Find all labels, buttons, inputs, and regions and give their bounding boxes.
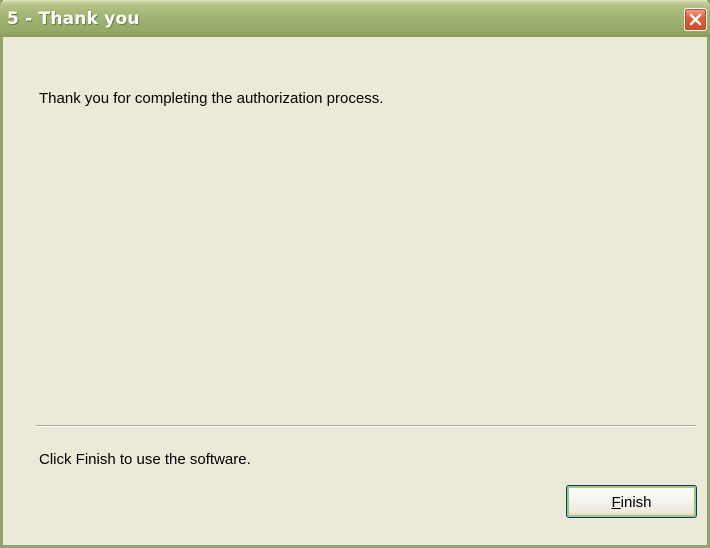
- window-title: 5 - Thank you: [7, 9, 140, 29]
- finish-button[interactable]: Finish: [566, 485, 697, 518]
- close-button[interactable]: [684, 8, 707, 31]
- thank-you-message: Thank you for completing the authorizati…: [39, 90, 384, 107]
- finish-mnemonic: F: [611, 494, 621, 511]
- close-icon: [689, 13, 702, 26]
- title-bar[interactable]: 5 - Thank you: [0, 0, 710, 37]
- finish-instruction: Click Finish to use the software.: [39, 451, 251, 468]
- dialog-window: 5 - Thank you Thank you for completing t…: [0, 0, 710, 548]
- finish-button-label: inish: [620, 494, 652, 511]
- separator-line: [36, 425, 696, 427]
